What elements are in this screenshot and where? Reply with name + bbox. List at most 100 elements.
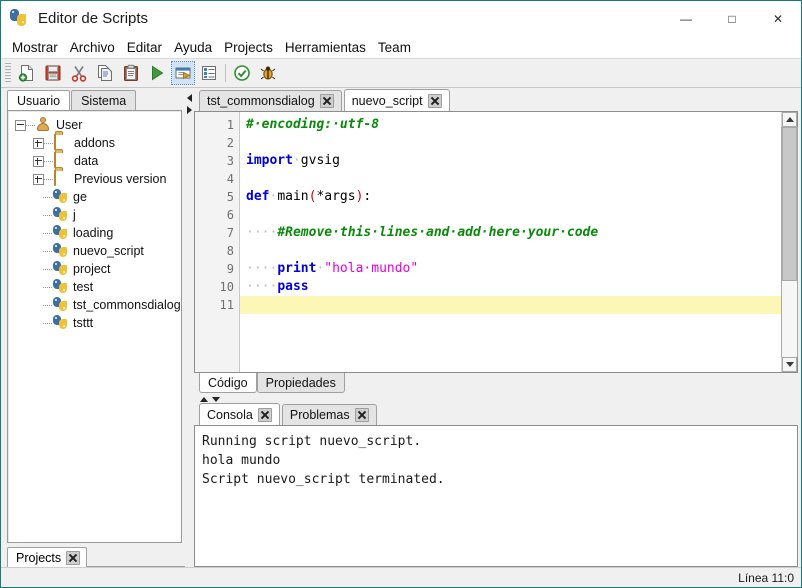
sidebar-tabs: Usuario Sistema [4, 90, 185, 110]
script-tree[interactable]: User addons data Previous version ge j l… [7, 110, 182, 543]
tree-item-tst-commonsdialog[interactable]: tst_commonsdialog [13, 296, 181, 314]
tree-item-addons[interactable]: addons [13, 134, 181, 152]
code-token: · [292, 153, 301, 168]
tree-item-loading[interactable]: loading [13, 224, 181, 242]
scroll-thumb[interactable] [782, 127, 797, 282]
run-icon[interactable] [145, 61, 169, 85]
debug-bug-icon[interactable] [256, 61, 280, 85]
console-line: Running script nuevo_script. [202, 434, 422, 449]
tree-connector [26, 124, 36, 126]
close-icon[interactable] [354, 408, 369, 422]
python-file-icon [53, 207, 69, 223]
line-number: 3 [226, 154, 234, 168]
code-line: ····#Remove·this·lines·and·add·here·your… [240, 224, 781, 242]
line-number: 6 [226, 208, 234, 222]
close-icon[interactable] [319, 94, 334, 108]
tree-item-data[interactable]: data [13, 152, 181, 170]
vertical-splitter[interactable] [185, 88, 194, 567]
tree-connector [43, 214, 53, 216]
tab-consola[interactable]: Consola [199, 403, 280, 425]
expand-toggle-icon[interactable] [33, 137, 44, 149]
close-icon[interactable] [66, 550, 81, 565]
maximize-button[interactable]: □ [709, 1, 755, 36]
close-icon[interactable] [427, 93, 442, 108]
minimize-button[interactable]: — [663, 1, 709, 36]
tab-tst-commonsdialog[interactable]: tst_commonsdialog [199, 90, 342, 111]
tree-item-project[interactable]: project [13, 260, 181, 278]
collapse-left-icon[interactable] [187, 94, 192, 102]
copy-icon[interactable] [93, 61, 117, 85]
toolbar-separator [225, 64, 226, 82]
close-button[interactable]: ✕ [755, 1, 801, 36]
tree-item-ge[interactable]: ge [13, 188, 181, 206]
code-token: *args [316, 189, 356, 204]
scroll-up-button[interactable] [782, 112, 797, 127]
tab-propiedades[interactable]: Propiedades [256, 373, 345, 393]
save-icon[interactable] [41, 61, 65, 85]
menu-mostrar[interactable]: Mostrar [6, 38, 64, 57]
tree-item-test[interactable]: test [13, 278, 181, 296]
tree-item-label: data [74, 154, 99, 168]
code-line: #·encoding:·utf-8 [240, 116, 781, 134]
tree-item-label: tst_commonsdialog [73, 298, 181, 312]
menu-herramientas[interactable]: Herramientas [279, 38, 372, 57]
tree-item-user[interactable]: User [13, 116, 181, 134]
python-icon [10, 8, 30, 29]
expand-toggle-icon[interactable] [33, 155, 44, 167]
menu-ayuda[interactable]: Ayuda [168, 38, 218, 57]
tree-connector [43, 286, 53, 288]
new-script-icon[interactable] [15, 61, 39, 85]
code-text[interactable]: #·encoding:·utf-8 import·gvsig def·main(… [240, 112, 781, 372]
line-number: 5 [226, 190, 234, 204]
paste-icon[interactable] [119, 61, 143, 85]
collapse-down-icon[interactable] [212, 396, 220, 402]
window-title: Editor de Scripts [38, 10, 149, 27]
code-editor[interactable]: 1 2 3 4 5 6 7 8 9 10 11 #·encoding:·utf-… [194, 111, 798, 373]
horizontal-splitter[interactable] [194, 394, 798, 404]
tree-connector [44, 178, 54, 180]
code-token: ···· [246, 261, 278, 276]
menu-archivo[interactable]: Archivo [64, 38, 121, 57]
console-output[interactable]: Running script nuevo_script. hola mundo … [194, 425, 798, 567]
tree-item-label: loading [73, 226, 114, 240]
menu-editar[interactable]: Editar [121, 38, 168, 57]
properties-icon[interactable] [197, 61, 221, 85]
cut-icon[interactable] [67, 61, 91, 85]
tab-usuario[interactable]: Usuario [7, 90, 71, 110]
tree-item-nuevo-script[interactable]: nuevo_script [13, 242, 181, 260]
check-syntax-icon[interactable] [230, 61, 254, 85]
line-number: 10 [219, 280, 234, 294]
line-number: 4 [226, 172, 234, 186]
run-with-console-icon[interactable] [171, 61, 195, 85]
line-number: 7 [226, 226, 234, 240]
tree-connector [43, 304, 53, 306]
close-icon[interactable] [257, 407, 272, 422]
editor-vertical-scrollbar[interactable] [781, 112, 798, 372]
tab-problemas[interactable]: Problemas [281, 404, 377, 425]
tab-nuevo-script[interactable]: nuevo_script [343, 89, 450, 111]
tree-item-label: project [73, 262, 111, 276]
menu-projects[interactable]: Projects [218, 38, 279, 57]
tree-item-previous-version[interactable]: Previous version [13, 170, 181, 188]
tab-codigo[interactable]: Código [199, 373, 257, 393]
code-token: #Remove·this·lines·and·add·here·your·cod… [277, 225, 599, 240]
console-line: hola mundo [202, 453, 281, 468]
collapse-right-icon[interactable] [187, 106, 192, 114]
tree-item-j[interactable]: j [13, 206, 181, 224]
scroll-track[interactable] [781, 127, 798, 357]
collapse-toggle-icon[interactable] [15, 119, 26, 131]
collapse-up-icon[interactable] [200, 396, 208, 402]
code-line: ····pass [240, 278, 781, 296]
scroll-down-button[interactable] [782, 357, 797, 372]
editor-area: tst_commonsdialog nuevo_script 1 2 3 4 5… [194, 88, 801, 567]
toolbar-grip[interactable] [5, 63, 11, 83]
tree-connector [44, 142, 54, 144]
tree-item-label: ge [73, 190, 87, 204]
tree-connector [43, 268, 53, 270]
expand-toggle-icon[interactable] [33, 173, 44, 185]
menu-team[interactable]: Team [372, 38, 417, 57]
code-token: "hola·mundo" [324, 261, 419, 276]
tree-item-tsttt[interactable]: tsttt [13, 314, 181, 332]
tab-projects[interactable]: Projects [7, 547, 88, 567]
tab-sistema[interactable]: Sistema [71, 90, 137, 110]
